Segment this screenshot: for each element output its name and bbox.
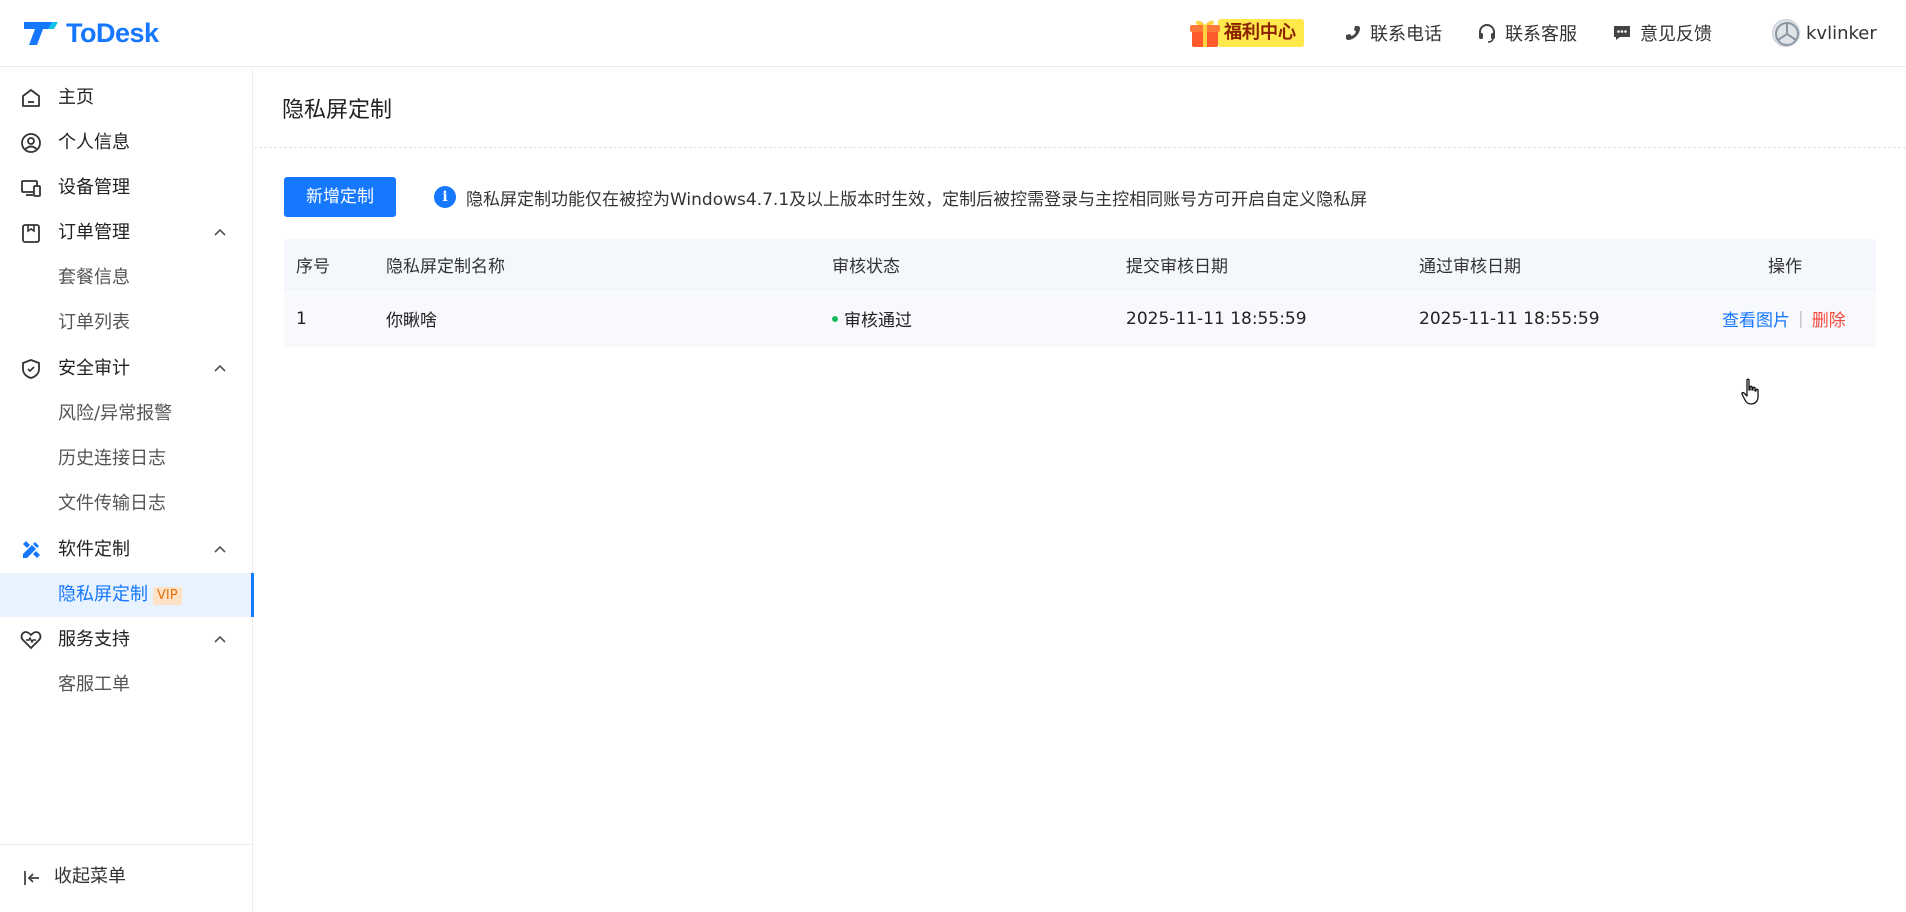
sidebar-subitem-privacy-screen[interactable]: 隐私屏定制 VIP — [0, 573, 254, 617]
column-header-submit-date: 提交审核日期 — [1126, 256, 1228, 277]
view-image-link[interactable]: 查看图片 — [1722, 306, 1790, 331]
brand-logo[interactable]: ToDesk — [22, 16, 159, 50]
message-icon — [1614, 26, 1630, 40]
contact-phone-label: 联系电话 — [1370, 24, 1442, 45]
notice-banner: i 隐私屏定制功能仅在被控为Windows4.7.1及以上版本时生效，定制后被控… — [434, 185, 1368, 210]
feedback-label: 意见反馈 — [1640, 24, 1712, 45]
sidebar-subitem-label: 文件传输日志 — [58, 493, 166, 514]
feedback-link[interactable]: 意见反馈 — [1612, 20, 1712, 46]
page-header: 隐私屏定制 — [254, 68, 1906, 148]
username: kvlinker — [1806, 22, 1877, 44]
sidebar-item-label: 安全审计 — [58, 358, 130, 379]
sidebar-subitem-label: 隐私屏定制 — [58, 584, 148, 605]
sidebar-subitem-label: 历史连接日志 — [58, 448, 166, 469]
sidebar-item-label: 设备管理 — [58, 177, 130, 198]
welfare-center-button[interactable]: 福利中心 — [1188, 16, 1304, 50]
heart-icon — [20, 631, 42, 650]
sidebar: 主页 个人信息 设备管理 订单管理 套餐信息 订单列表 安全审计 风险/异常报警… — [0, 68, 254, 912]
sidebar-item-security[interactable]: 安全审计 — [0, 347, 253, 391]
phone-icon — [1346, 26, 1360, 40]
user-circle-icon — [21, 133, 41, 153]
todesk-logo-icon — [24, 22, 58, 45]
sidebar-item-home[interactable]: 主页 — [0, 76, 253, 120]
notice-text: 隐私屏定制功能仅在被控为Windows4.7.1及以上版本时生效，定制后被控需登… — [466, 189, 1368, 210]
contact-service-link[interactable]: 联系客服 — [1477, 20, 1577, 46]
welfare-center-label: 福利中心 — [1218, 19, 1304, 47]
sidebar-item-label: 软件定制 — [58, 539, 130, 560]
sidebar-subitem-connection-log[interactable]: 历史连接日志 — [0, 437, 253, 481]
cell-approve-date: 2025-11-11 18:55:59 — [1419, 308, 1600, 329]
cell-name: 你瞅啥 — [386, 311, 437, 331]
gift-icon — [1190, 20, 1220, 47]
collapse-left-icon — [24, 871, 39, 885]
brand-name: ToDesk — [66, 17, 159, 48]
sidebar-subitem-order-list[interactable]: 订单列表 — [0, 301, 253, 345]
column-header-index: 序号 — [296, 256, 330, 277]
headset-icon — [1479, 24, 1495, 43]
column-header-name: 隐私屏定制名称 — [386, 256, 505, 277]
sidebar-item-label: 订单管理 — [58, 222, 130, 243]
status-dot-icon — [832, 315, 838, 322]
contact-service-label: 联系客服 — [1505, 24, 1577, 45]
sidebar-subitem-support-ticket[interactable]: 客服工单 — [0, 663, 253, 707]
sidebar-item-support[interactable]: 服务支持 — [0, 618, 253, 662]
sidebar-item-profile[interactable]: 个人信息 — [0, 121, 253, 165]
cell-index: 1 — [296, 308, 307, 329]
sidebar-item-software-custom[interactable]: 软件定制 — [0, 528, 253, 572]
sidebar-item-devices[interactable]: 设备管理 — [0, 166, 253, 210]
action-separator: | — [1798, 308, 1804, 329]
sidebar-item-label: 个人信息 — [58, 132, 130, 153]
page-title: 隐私屏定制 — [282, 98, 393, 123]
sidebar-subitem-package-info[interactable]: 套餐信息 — [0, 256, 253, 300]
chevron-up-icon — [214, 228, 226, 236]
cell-actions: 查看图片 | 删除 — [1722, 290, 1846, 347]
contact-phone-link[interactable]: 联系电话 — [1344, 20, 1442, 46]
table-header: 序号 隐私屏定制名称 审核状态 提交审核日期 通过审核日期 操作 — [284, 239, 1876, 289]
hand-cursor-icon — [1741, 378, 1759, 405]
chevron-up-icon — [214, 364, 226, 372]
avatar-image-icon — [1775, 22, 1799, 46]
top-bar: ToDesk 福利中心 联系电话 联系客服 意见反馈 kvlinker — [0, 0, 1906, 67]
sidebar-subitem-risk-alerts[interactable]: 风险/异常报警 — [0, 392, 253, 436]
collapse-menu-button[interactable]: 收起菜单 — [0, 844, 253, 912]
privacy-screen-table: 序号 隐私屏定制名称 审核状态 提交审核日期 通过审核日期 操作 1 你瞅啥 审… — [284, 239, 1876, 347]
column-header-actions: 操作 — [1768, 256, 1802, 277]
collapse-menu-label: 收起菜单 — [54, 866, 126, 887]
user-menu[interactable]: kvlinker — [1772, 18, 1877, 48]
devices-icon — [21, 180, 41, 197]
avatar — [1772, 19, 1800, 47]
chevron-up-icon — [214, 545, 226, 553]
column-header-status: 审核状态 — [832, 256, 900, 277]
sidebar-subitem-label: 客服工单 — [58, 674, 130, 695]
cell-status: 审核通过 — [832, 290, 912, 347]
tools-icon — [23, 541, 40, 558]
cell-submit-date: 2025-11-11 18:55:59 — [1126, 308, 1307, 329]
vip-badge: VIP — [153, 587, 182, 605]
sidebar-item-label: 主页 — [58, 87, 94, 108]
sidebar-subitem-label: 风险/异常报警 — [58, 403, 173, 424]
sidebar-subitem-file-transfer-log[interactable]: 文件传输日志 — [0, 482, 253, 526]
table-row: 1 你瞅啥 审核通过 2025-11-11 18:55:59 2025-11-1… — [284, 289, 1876, 347]
delete-link[interactable]: 删除 — [1812, 306, 1846, 331]
add-custom-button[interactable]: 新增定制 — [284, 177, 396, 217]
column-header-approve-date: 通过审核日期 — [1419, 256, 1521, 277]
home-icon — [22, 89, 40, 107]
shield-icon — [22, 359, 40, 379]
status-text: 审核通过 — [844, 311, 912, 331]
sidebar-item-label: 服务支持 — [58, 629, 130, 650]
info-icon: i — [434, 186, 456, 208]
sidebar-subitem-label: 套餐信息 — [58, 267, 130, 288]
order-icon — [22, 224, 40, 243]
chevron-up-icon — [214, 635, 226, 643]
main-content: 隐私屏定制 新增定制 i 隐私屏定制功能仅在被控为Windows4.7.1及以上… — [254, 68, 1906, 912]
sidebar-item-orders[interactable]: 订单管理 — [0, 211, 253, 255]
sidebar-subitem-label: 订单列表 — [58, 312, 130, 333]
